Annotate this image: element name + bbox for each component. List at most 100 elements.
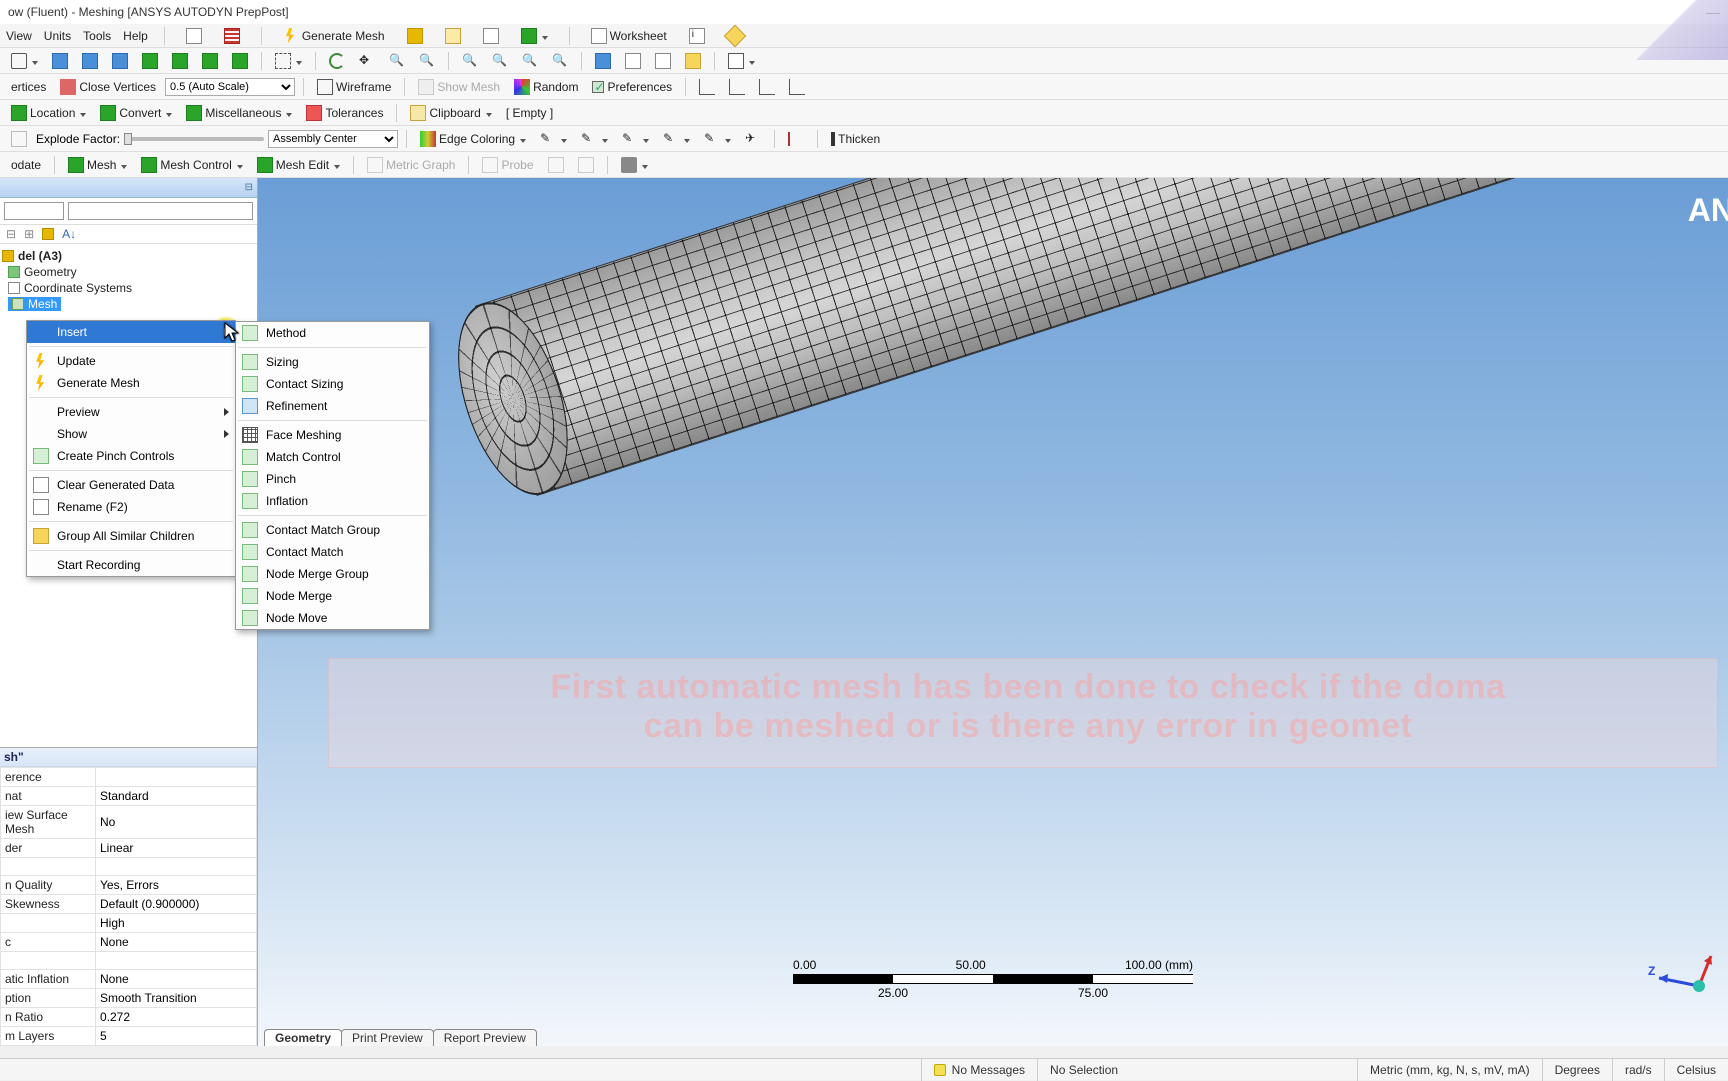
sm-contact-match-group[interactable]: Contact Match Group <box>236 519 429 541</box>
insert-submenu[interactable]: Method Sizing Contact Sizing Refinement … <box>235 321 430 630</box>
misc-button[interactable]: Miscellaneous <box>181 103 297 123</box>
cube-icon-4[interactable] <box>137 51 163 71</box>
status-messages[interactable]: No Messages <box>922 1059 1038 1081</box>
toolbar-grid-icon[interactable] <box>219 26 245 46</box>
cube-icon-2[interactable] <box>77 51 103 71</box>
show-mesh-button[interactable]: Show Mesh <box>413 77 505 97</box>
convert-button[interactable]: Convert <box>95 103 177 123</box>
triad[interactable]: Z <box>1654 946 1714 1006</box>
details-row[interactable]: ptionSmooth Transition <box>1 989 257 1008</box>
axis-icon-1[interactable] <box>694 77 720 97</box>
pen-icon-3[interactable]: ✎ <box>617 129 654 149</box>
details-row[interactable]: m Layers5 <box>1 1027 257 1046</box>
mesh-edit-button[interactable]: Mesh Edit <box>252 155 345 175</box>
axis-icon-2[interactable] <box>724 77 750 97</box>
ctx-generate-mesh[interactable]: Generate Mesh <box>27 372 235 394</box>
close-vertices-button[interactable]: Close Vertices <box>55 77 161 97</box>
metric-graph-button[interactable]: Metric Graph <box>362 155 460 175</box>
label-icon-1[interactable] <box>543 155 569 175</box>
box-select-icon[interactable] <box>270 51 307 71</box>
tree-geometry[interactable]: Geometry <box>2 264 257 280</box>
location-button[interactable]: Location <box>6 103 91 123</box>
details-row[interactable]: erence <box>1 768 257 787</box>
cube-icon-5[interactable] <box>167 51 193 71</box>
sm-sizing[interactable]: Sizing <box>236 351 429 373</box>
zoom-fit-icon[interactable]: 🔍 <box>457 51 483 71</box>
mesh-menu-button[interactable]: Mesh <box>63 155 132 175</box>
pin-icon[interactable]: ⊟ <box>245 182 253 193</box>
details-row[interactable]: natStandard <box>1 787 257 806</box>
tab-report-preview[interactable]: Report Preview <box>433 1029 537 1046</box>
sm-refinement[interactable]: Refinement <box>236 395 429 417</box>
reset-icon[interactable] <box>6 129 32 149</box>
zoom-in-icon[interactable]: 🔍 <box>384 51 410 71</box>
zoom-out-icon[interactable]: 🔍 <box>414 51 440 71</box>
pen-icon-1[interactable]: ✎ <box>535 129 572 149</box>
paint-plane-icon[interactable]: ✈ <box>740 129 766 149</box>
select-tool[interactable] <box>6 51 43 71</box>
pen-icon-2[interactable]: ✎ <box>576 129 613 149</box>
details-row[interactable]: SkewnessDefault (0.900000) <box>1 895 257 914</box>
scale-select[interactable]: 0.5 (Auto Scale) <box>165 78 295 96</box>
vertices-button[interactable]: ertices <box>6 78 51 96</box>
ctx-clear-generated[interactable]: Clear Generated Data <box>27 474 235 496</box>
axis-icon-4[interactable] <box>784 77 810 97</box>
outline-tree[interactable]: del (A3) Geometry Coordinate Systems Mes… <box>0 244 257 318</box>
zoom-selected-icon[interactable]: 🔍 <box>517 51 543 71</box>
iso-icon-3[interactable] <box>650 51 676 71</box>
worksheet-button[interactable]: Worksheet <box>586 26 672 46</box>
sm-node-move[interactable]: Node Move <box>236 607 429 629</box>
ctx-group-similar[interactable]: Group All Similar Children <box>27 525 235 547</box>
sm-face-meshing[interactable]: Face Meshing <box>236 424 429 446</box>
sm-node-merge[interactable]: Node Merge <box>236 585 429 607</box>
tolerances-button[interactable]: Tolerances <box>301 103 388 123</box>
tree-mesh-node[interactable]: Mesh <box>2 296 257 314</box>
sm-method[interactable]: Method <box>236 322 429 344</box>
details-row[interactable]: cNone <box>1 933 257 952</box>
details-row[interactable]: High <box>1 914 257 933</box>
details-row[interactable]: derLinear <box>1 839 257 858</box>
cube-icon-7[interactable] <box>227 51 253 71</box>
ctx-create-pinch[interactable]: Create Pinch Controls <box>27 445 235 467</box>
probe-button[interactable]: Probe <box>477 155 538 175</box>
cube-icon-1[interactable] <box>47 51 73 71</box>
sm-node-merge-group[interactable]: Node Merge Group <box>236 563 429 585</box>
explode-slider[interactable] <box>124 137 264 141</box>
pen-icon-4[interactable]: ✎ <box>658 129 695 149</box>
tab-print-preview[interactable]: Print Preview <box>341 1029 434 1046</box>
edge-coloring-button[interactable]: Edge Coloring <box>415 129 531 149</box>
filter-field[interactable] <box>68 202 253 220</box>
preferences-button[interactable]: ✓Preferences <box>587 78 677 96</box>
iso-icon-1[interactable] <box>590 51 616 71</box>
clipboard-button[interactable]: Clipboard <box>405 103 496 123</box>
ctx-start-recording[interactable]: Start Recording <box>27 554 235 576</box>
details-row[interactable]: iew Surface MeshNo <box>1 806 257 839</box>
thicken-button[interactable]: Thicken <box>826 130 885 148</box>
zoom-window-icon[interactable]: 🔍 <box>487 51 513 71</box>
viewport[interactable]: AN First automatic mesh has been done to… <box>258 178 1728 1046</box>
sm-inflation[interactable]: Inflation <box>236 490 429 512</box>
tool-icon-3[interactable] <box>478 26 504 46</box>
ctx-show[interactable]: Show <box>27 423 235 445</box>
iso-icon-2[interactable] <box>620 51 646 71</box>
menu-help[interactable]: Help <box>123 29 148 43</box>
tree-coordinate-systems[interactable]: Coordinate Systems <box>2 280 257 296</box>
tag-icon[interactable] <box>722 26 748 46</box>
ctx-update[interactable]: Update <box>27 350 235 372</box>
update-button-toolbar[interactable]: odate <box>6 156 46 174</box>
cube-icon-3[interactable] <box>107 51 133 71</box>
tool-icon-4[interactable] <box>516 26 553 46</box>
toolbar-new-icon[interactable] <box>181 26 207 46</box>
cube-icon-6[interactable] <box>197 51 223 71</box>
screen-icon[interactable] <box>723 51 760 71</box>
menu-view[interactable]: View <box>6 29 32 43</box>
pan-icon[interactable]: ✥ <box>354 51 380 71</box>
tool-icon-2[interactable] <box>440 26 466 46</box>
menu-units[interactable]: Units <box>44 29 71 43</box>
context-menu[interactable]: Insert Update Generate Mesh Preview Show… <box>26 320 236 577</box>
mesh-control-button[interactable]: Mesh Control <box>136 155 247 175</box>
details-row[interactable]: n Ratio0.272 <box>1 1008 257 1027</box>
pen-icon-5[interactable]: ✎ <box>699 129 736 149</box>
tab-geometry[interactable]: Geometry <box>264 1029 342 1046</box>
ctx-rename[interactable]: Rename (F2) <box>27 496 235 518</box>
